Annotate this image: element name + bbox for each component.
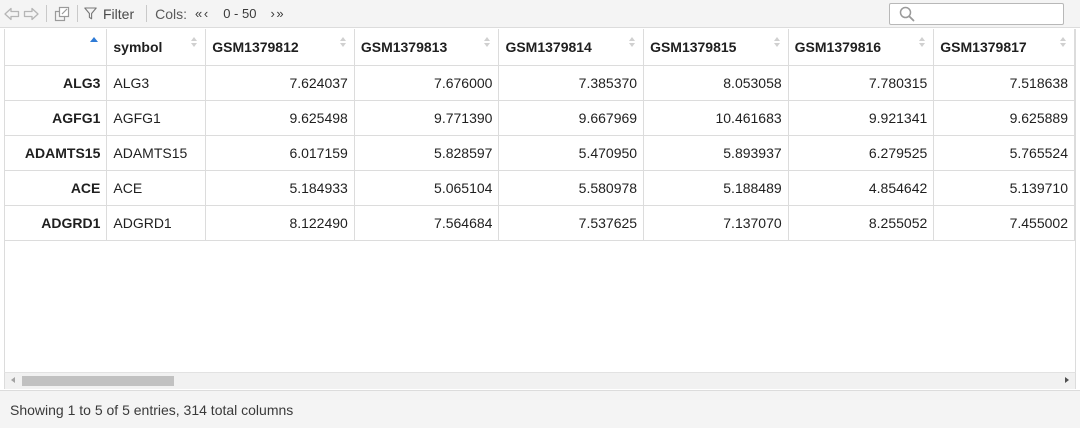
header-row: symbol GSM1379812 GSM1379813 GSM1379814 GSM1… — [5, 29, 1075, 66]
table-row[interactable]: ADGRD1 ADGRD1 8.122490 7.564684 7.537625 7.13… — [5, 204, 1075, 241]
value-cell: 8.255052 — [787, 204, 935, 241]
value-cell: 9.771390 — [353, 99, 500, 136]
value-cell: 9.921341 — [787, 99, 935, 136]
back-arrow-icon[interactable] — [3, 5, 21, 23]
data-table-viewport: symbol GSM1379812 GSM1379813 GSM1379814 GSM1… — [4, 29, 1076, 372]
value-cell: 5.765524 — [933, 134, 1075, 171]
column-header[interactable]: GSM1379815 — [643, 29, 789, 66]
value-cell: 10.461683 — [643, 99, 789, 136]
value-cell: 5.184933 — [205, 169, 355, 206]
value-cell: 7.780315 — [787, 64, 935, 101]
cols-range: 0 - 50 — [223, 6, 257, 21]
row-name-cell: ADAMTS15 — [5, 134, 108, 171]
scrollbar-thumb[interactable] — [22, 376, 174, 386]
sort-icon[interactable] — [1060, 37, 1066, 49]
value-cell: 8.053058 — [643, 64, 789, 101]
filter-icon — [84, 7, 97, 20]
sort-icon[interactable] — [484, 37, 491, 49]
search-icon — [899, 6, 915, 22]
sort-icon[interactable] — [339, 37, 346, 49]
table-footer: Showing 1 to 5 of 5 entries, 314 total c… — [0, 390, 1080, 428]
sort-ascending-icon[interactable] — [90, 37, 99, 42]
value-cell: 5.893937 — [643, 134, 789, 171]
value-cell: 4.854642 — [787, 169, 935, 206]
value-cell: 5.065104 — [353, 169, 500, 206]
column-header-label: GSM1379816 — [794, 38, 882, 55]
value-cell: 5.139710 — [933, 169, 1075, 206]
value-cell: 8.122490 — [205, 204, 355, 241]
value-cell: 7.518638 — [933, 64, 1075, 101]
column-header-label: GSM1379813 — [360, 38, 448, 55]
symbol-cell: ADAMTS15 — [106, 134, 207, 171]
column-header-rownames[interactable] — [5, 29, 108, 66]
symbol-cell: ADGRD1 — [106, 204, 207, 241]
cols-label: Cols: — [155, 5, 188, 22]
value-cell: 5.188489 — [643, 169, 789, 206]
table-row[interactable]: ACE ACE 5.184933 5.065104 5.580978 5.188489 4.… — [5, 169, 1075, 206]
sort-icon[interactable] — [629, 37, 636, 49]
column-header-label: GSM1379815 — [650, 38, 737, 55]
value-cell: 6.279525 — [787, 134, 935, 171]
column-header[interactable]: GSM1379812 — [205, 29, 355, 66]
table-row[interactable]: ALG3 ALG3 7.624037 7.676000 7.385370 8.053058… — [5, 64, 1075, 101]
cols-prev-button[interactable]: « ‹ — [195, 6, 208, 21]
filter-label: Filter — [103, 5, 135, 22]
toolbar-separator — [46, 5, 47, 22]
symbol-cell: ACE — [106, 169, 207, 206]
row-name-cell: ALG3 — [5, 64, 108, 101]
toolbar: Filter Cols: « ‹ 0 - 50 › » — [0, 0, 1080, 28]
value-cell: 5.828597 — [353, 134, 500, 171]
column-header[interactable]: GSM1379813 — [353, 29, 500, 66]
row-name-cell: ACE — [5, 169, 108, 206]
value-cell: 7.455002 — [933, 204, 1075, 241]
column-header-label: GSM1379814 — [505, 38, 592, 55]
table-row[interactable]: ADAMTS15 ADAMTS15 6.017159 5.828597 5.470950… — [5, 134, 1075, 171]
value-cell: 7.537625 — [498, 204, 645, 241]
value-cell: 9.625889 — [933, 99, 1075, 136]
value-cell: 7.385370 — [498, 64, 645, 101]
value-cell: 6.017159 — [205, 134, 355, 171]
toolbar-separator — [146, 5, 148, 22]
search-box[interactable] — [889, 3, 1064, 25]
scroll-left-arrow-icon[interactable] — [11, 377, 15, 383]
forward-arrow-icon[interactable] — [22, 5, 40, 23]
sort-icon[interactable] — [191, 37, 198, 49]
column-header[interactable]: symbol — [106, 29, 207, 66]
value-cell: 7.564684 — [353, 204, 500, 241]
value-cell: 5.470950 — [498, 134, 645, 171]
value-cell: 9.625498 — [205, 99, 355, 136]
value-cell: 7.624037 — [205, 64, 355, 101]
column-header-label: GSM1379812 — [212, 38, 299, 55]
value-cell: 9.667969 — [498, 99, 645, 136]
value-cell: 7.676000 — [353, 64, 500, 101]
data-table: symbol GSM1379812 GSM1379813 GSM1379814 GSM1… — [5, 29, 1075, 241]
table-body: ALG3 ALG3 7.624037 7.676000 7.385370 8.053058… — [5, 64, 1075, 241]
column-header[interactable]: GSM1379817 — [933, 29, 1075, 66]
toolbar-separator — [77, 5, 78, 22]
popout-window-icon[interactable] — [53, 5, 71, 23]
horizontal-scrollbar[interactable] — [4, 372, 1076, 389]
status-text: Showing 1 to 5 of 5 entries, 314 total c… — [10, 401, 294, 418]
column-header-label: GSM1379817 — [940, 38, 1027, 55]
value-cell: 7.137070 — [643, 204, 789, 241]
column-header-label: symbol — [113, 38, 163, 55]
sort-icon[interactable] — [773, 37, 780, 49]
symbol-cell: AGFG1 — [106, 99, 207, 136]
value-cell: 5.580978 — [498, 169, 645, 206]
search-input[interactable] — [920, 6, 1058, 22]
row-name-cell: ADGRD1 — [5, 204, 108, 241]
symbol-cell: ALG3 — [106, 64, 207, 101]
scroll-right-arrow-icon[interactable] — [1065, 377, 1069, 383]
column-header[interactable]: GSM1379816 — [787, 29, 935, 66]
filter-button[interactable]: Filter — [84, 6, 134, 22]
cols-next-button[interactable]: › » — [270, 6, 283, 21]
row-name-cell: AGFG1 — [5, 99, 108, 136]
column-header[interactable]: GSM1379814 — [498, 29, 645, 66]
table-row[interactable]: AGFG1 AGFG1 9.625498 9.771390 9.667969 10.461… — [5, 99, 1075, 136]
sort-icon[interactable] — [919, 37, 926, 49]
